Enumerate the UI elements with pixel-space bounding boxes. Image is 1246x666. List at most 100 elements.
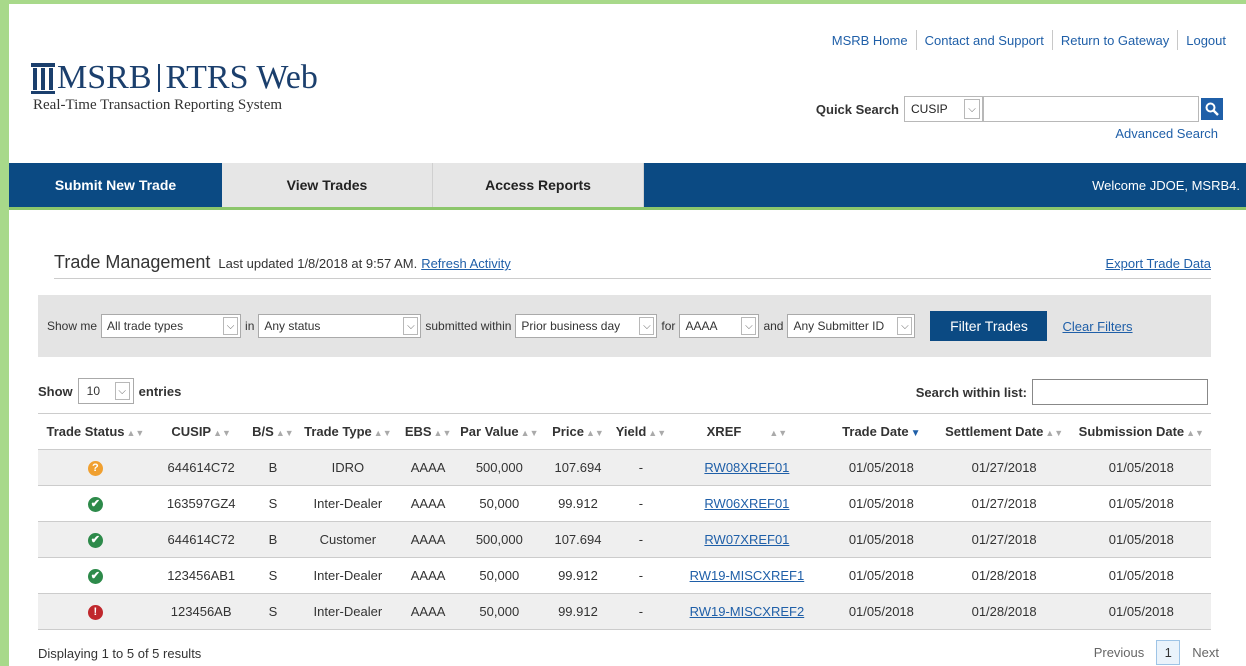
col-header-par-value[interactable]: Par Value ▲▼ xyxy=(456,413,542,450)
col-header-settlement-date[interactable]: Settlement Date ▲▼ xyxy=(936,413,1072,450)
ebs-cell: AAAA xyxy=(399,485,457,522)
chevron-down-icon: ⌵ xyxy=(964,99,980,119)
filter-trades-button[interactable]: Filter Trades xyxy=(930,311,1048,341)
ebs-cell: AAAA xyxy=(399,557,457,594)
trade-type-cell: Inter-Dealer xyxy=(296,485,400,522)
page-1-button[interactable]: 1 xyxy=(1156,640,1181,665)
col-header-trade-type[interactable]: Trade Type ▲▼ xyxy=(296,413,400,450)
xref-link[interactable]: RW19-MISCXREF2 xyxy=(667,593,827,630)
yield-cell: - xyxy=(614,449,668,486)
logo-subtitle: Real-Time Transaction Reporting System xyxy=(33,97,283,113)
filter-bar: Show me All trade types ⌵ in Any status … xyxy=(38,295,1211,357)
chevron-down-icon: ⌵ xyxy=(639,317,655,335)
settlement-date-cell: 01/27/2018 xyxy=(936,449,1072,486)
quick-search-input[interactable] xyxy=(983,96,1199,122)
submitter-select[interactable]: Any Submitter ID ⌵ xyxy=(787,314,916,338)
col-header-yield[interactable]: Yield ▲▼ xyxy=(614,413,668,450)
col-header-price[interactable]: Price ▲▼ xyxy=(541,413,615,450)
col-header-trade-status[interactable]: Trade Status ▲▼ xyxy=(38,413,153,450)
trade-management-header: Trade Management Last updated 1/8/2018 a… xyxy=(54,252,1211,279)
status-select[interactable]: Any status ⌵ xyxy=(258,314,422,338)
pillar-icon xyxy=(31,61,55,95)
previous-page-button[interactable]: Previous xyxy=(1094,645,1145,660)
check-icon: ✔ xyxy=(87,568,103,584)
ebs-cell: AAAA xyxy=(399,449,457,486)
settlement-date-cell: 01/28/2018 xyxy=(936,557,1072,594)
bs-cell: B xyxy=(249,521,297,558)
col-header-ebs[interactable]: EBS ▲▼ xyxy=(399,413,457,450)
par-value-cell: 500,000 xyxy=(456,521,542,558)
and-label: and xyxy=(763,319,784,333)
trade-date-cell: 01/05/2018 xyxy=(826,521,937,558)
entries-select[interactable]: 10 ⌵ xyxy=(77,378,134,404)
period-select[interactable]: Prior business day ⌵ xyxy=(515,314,658,338)
contact-support-link[interactable]: Contact and Support xyxy=(917,33,1052,48)
col-header-cusip[interactable]: CUSIP ▲▼ xyxy=(152,413,250,450)
status-cell: ✔ xyxy=(38,521,153,558)
bs-cell: B xyxy=(249,449,297,486)
price-cell: 99.912 xyxy=(541,557,615,594)
export-trade-data-link[interactable]: Export Trade Data xyxy=(1106,256,1212,271)
msrb-logo[interactable]: MSRB RTRS Web Real-Time Transaction Repo… xyxy=(31,61,318,114)
table-row[interactable]: ✔ 644614C72 B Customer AAAA 500,000 107.… xyxy=(38,521,1211,558)
tab-view-trades[interactable]: View Trades xyxy=(222,163,433,207)
refresh-activity-link[interactable]: Refresh Activity xyxy=(421,256,511,271)
frame-left-border xyxy=(0,0,9,666)
price-cell: 107.694 xyxy=(541,521,615,558)
quick-search-type-value: CUSIP xyxy=(911,102,948,116)
advanced-search-link[interactable]: Advanced Search xyxy=(1115,126,1218,141)
par-value-cell: 500,000 xyxy=(456,449,542,486)
xref-link[interactable]: RW07XREF01 xyxy=(667,521,827,558)
entries-label: entries xyxy=(138,383,182,399)
trade-date-cell: 01/05/2018 xyxy=(826,449,937,486)
msrb-home-link[interactable]: MSRB Home xyxy=(824,33,916,48)
table-row[interactable]: ✔ 123456AB1 S Inter-Dealer AAAA 50,000 9… xyxy=(38,557,1211,594)
submission-date-cell: 01/05/2018 xyxy=(1071,449,1211,486)
xref-link[interactable]: RW08XREF01 xyxy=(667,449,827,486)
status-cell: ✔ xyxy=(38,485,153,522)
status-value: Any status xyxy=(264,319,321,333)
submitter-value: Any Submitter ID xyxy=(793,319,885,333)
bs-cell: S xyxy=(249,485,297,522)
quick-search-type-select[interactable]: CUSIP ⌵ xyxy=(904,96,983,122)
status-cell: ? xyxy=(38,449,153,486)
chevron-down-icon: ⌵ xyxy=(114,382,130,400)
return-gateway-link[interactable]: Return to Gateway xyxy=(1053,33,1177,48)
trade-type-cell: IDRO xyxy=(296,449,400,486)
table-row[interactable]: ! 123456AB S Inter-Dealer AAAA 50,000 99… xyxy=(38,593,1211,630)
logo-title-right: RTRS Web xyxy=(165,59,318,96)
show-label: Show xyxy=(38,383,73,399)
settlement-date-cell: 01/27/2018 xyxy=(936,521,1072,558)
check-icon: ✔ xyxy=(87,532,103,548)
price-cell: 107.694 xyxy=(541,449,615,486)
col-header-bs[interactable]: B/S ▲▼ xyxy=(249,413,297,450)
logout-link[interactable]: Logout xyxy=(1178,33,1226,48)
logo-divider xyxy=(157,64,160,92)
table-row[interactable]: ✔ 163597GZ4 S Inter-Dealer AAAA 50,000 9… xyxy=(38,485,1211,522)
submission-date-cell: 01/05/2018 xyxy=(1071,485,1211,522)
search-button[interactable] xyxy=(1201,98,1223,120)
last-updated-text: Last updated 1/8/2018 at 9:57 AM. xyxy=(218,256,418,271)
col-header-submission-date[interactable]: Submission Date ▲▼ xyxy=(1071,413,1211,450)
yield-cell: - xyxy=(614,485,668,522)
main-nav: Submit New Trade View Trades Access Repo… xyxy=(9,163,1246,210)
ebs-cell: AAAA xyxy=(399,521,457,558)
trades-table: Trade Status ▲▼ CUSIP ▲▼ B/S ▲▼ Trade Type ▲… xyxy=(38,413,1211,630)
clear-filters-link[interactable]: Clear Filters xyxy=(1062,319,1132,334)
xref-link[interactable]: RW19-MISCXREF1 xyxy=(667,557,827,594)
search-within-input[interactable] xyxy=(1032,379,1208,405)
search-within-label: Search within list: xyxy=(915,384,1027,400)
next-page-button[interactable]: Next xyxy=(1192,645,1219,660)
col-header-xref[interactable]: XREF ▲▼ xyxy=(667,413,827,450)
dealer-select[interactable]: AAAA ⌵ xyxy=(679,314,760,338)
search-within-list: Search within list: xyxy=(916,379,1208,405)
table-row[interactable]: ? 644614C72 B IDRO AAAA 500,000 107.694 … xyxy=(38,449,1211,486)
tab-access-reports[interactable]: Access Reports xyxy=(433,163,644,207)
bs-cell: S xyxy=(249,557,297,594)
par-value-cell: 50,000 xyxy=(456,485,542,522)
top-links: MSRB Home Contact and Support Return to … xyxy=(824,30,1226,50)
trade-type-select[interactable]: All trade types ⌵ xyxy=(101,314,242,338)
xref-link[interactable]: RW06XREF01 xyxy=(667,485,827,522)
col-header-trade-date[interactable]: Trade Date ▼ xyxy=(826,413,937,450)
tab-submit-new-trade[interactable]: Submit New Trade xyxy=(9,163,222,207)
